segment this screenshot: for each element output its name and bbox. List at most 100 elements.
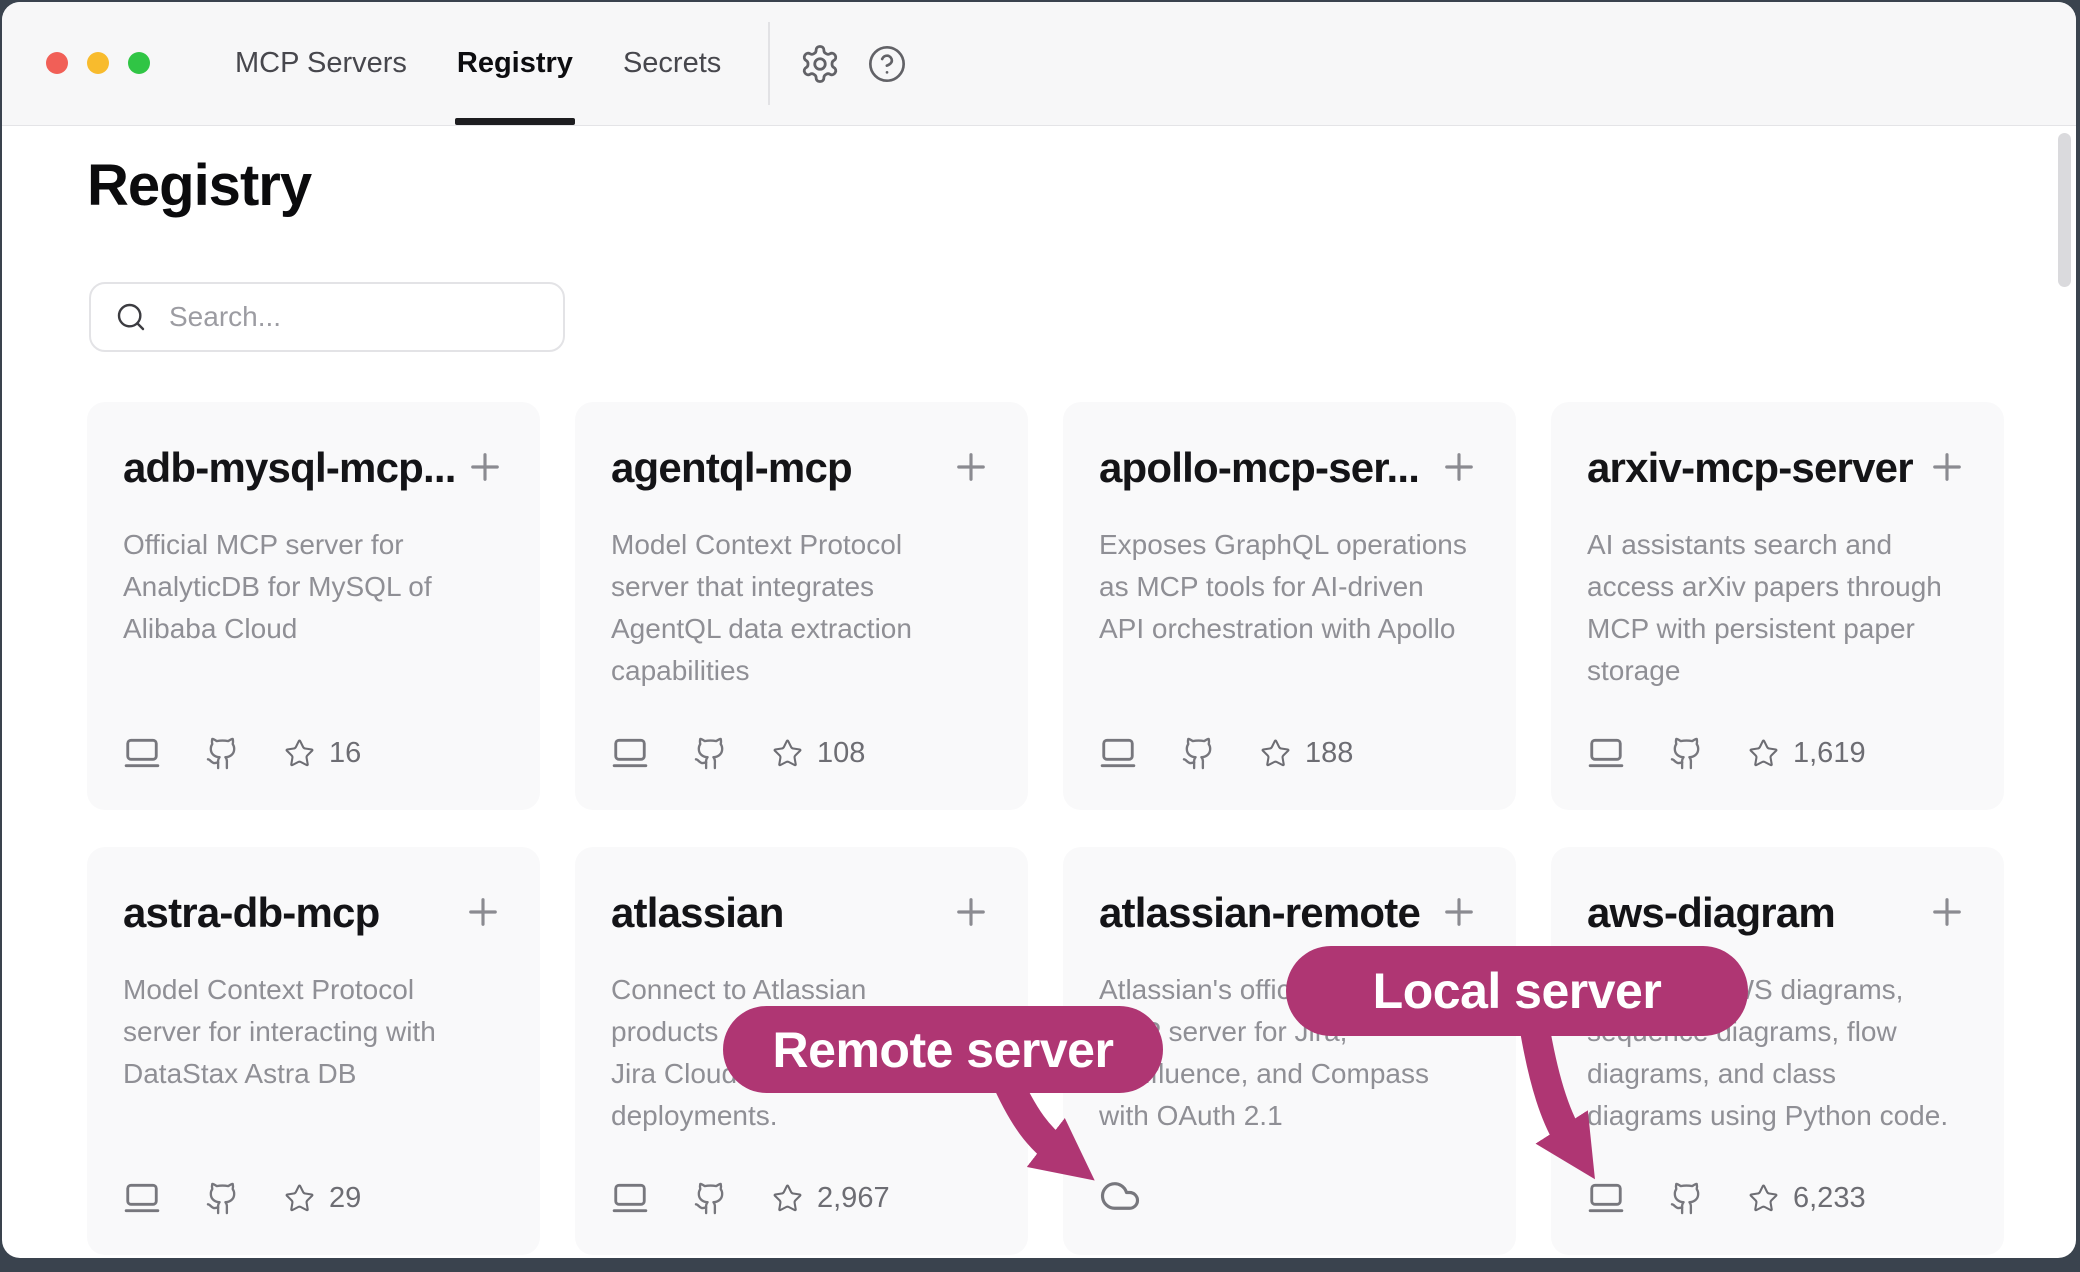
local-server-laptop-icon	[1587, 1179, 1625, 1217]
card-footer: 2,967	[611, 1179, 890, 1217]
tab-secrets[interactable]: Secrets	[623, 2, 721, 125]
tab-mcp-servers[interactable]: MCP Servers	[235, 2, 407, 125]
server-card-arxiv-mcp-server: arxiv-mcp-server AI assistants search an…	[1551, 402, 2004, 810]
github-icon[interactable]	[1181, 736, 1216, 771]
add-server-button[interactable]	[462, 891, 504, 936]
minimize-window-button[interactable]	[87, 52, 109, 74]
local-server-laptop-icon	[123, 1179, 161, 1217]
local-server-laptop-icon	[1099, 734, 1137, 772]
star-rating: 2,967	[772, 1182, 890, 1215]
tab-registry[interactable]: Registry	[457, 2, 573, 125]
server-description: Model Context Protocol server for intera…	[123, 969, 504, 1095]
gear-icon	[799, 43, 841, 85]
server-name: atlassian-remote	[1099, 889, 1420, 937]
zoom-window-button[interactable]	[128, 52, 150, 74]
card-footer: 29	[123, 1179, 361, 1217]
star-icon	[1748, 1183, 1779, 1214]
help-button[interactable]	[864, 41, 910, 87]
star-icon	[772, 738, 803, 769]
remote-server-cloud-icon	[1099, 1175, 1141, 1217]
server-grid: adb-mysql-mcp... Official MCP server for…	[87, 402, 2004, 1255]
star-rating: 16	[284, 737, 361, 770]
add-server-button[interactable]	[1438, 891, 1480, 936]
star-count: 2,967	[817, 1182, 890, 1215]
settings-button[interactable]	[797, 41, 843, 87]
server-description: Official MCP server for AnalyticDB for M…	[123, 524, 504, 650]
close-window-button[interactable]	[46, 52, 68, 74]
plus-icon	[1926, 891, 1968, 933]
star-rating: 108	[772, 737, 865, 770]
star-count: 188	[1305, 737, 1353, 770]
help-icon	[867, 44, 907, 84]
local-server-laptop-icon	[1587, 734, 1625, 772]
server-name: aws-diagram	[1587, 889, 1835, 937]
search-box[interactable]	[89, 282, 565, 352]
main-tabs: MCP Servers Registry Secrets	[235, 2, 721, 125]
github-icon[interactable]	[693, 736, 728, 771]
star-rating: 188	[1260, 737, 1353, 770]
server-card-astra-db-mcp: astra-db-mcp Model Context Protocol serv…	[87, 847, 540, 1255]
github-icon[interactable]	[205, 736, 240, 771]
active-tab-underline	[455, 118, 575, 125]
card-footer: 188	[1099, 734, 1353, 772]
github-icon[interactable]	[1669, 1181, 1704, 1216]
local-server-laptop-icon	[123, 734, 161, 772]
star-rating: 6,233	[1748, 1182, 1866, 1215]
plus-icon	[1438, 891, 1480, 933]
star-icon	[284, 738, 315, 769]
star-count: 16	[329, 737, 361, 770]
titlebar-divider	[768, 22, 770, 105]
server-description: AI assistants search and access arXiv pa…	[1587, 524, 1968, 692]
callout-local-server: Local server	[1286, 946, 1748, 1036]
star-rating: 1,619	[1748, 737, 1866, 770]
plus-icon	[1438, 446, 1480, 488]
server-name: arxiv-mcp-server	[1587, 444, 1913, 492]
window-controls	[46, 52, 150, 74]
card-footer: 16	[123, 734, 361, 772]
star-rating: 29	[284, 1182, 361, 1215]
star-icon	[1748, 738, 1779, 769]
local-server-laptop-icon	[611, 1179, 649, 1217]
star-count: 108	[817, 737, 865, 770]
star-icon	[1260, 738, 1291, 769]
star-count: 6,233	[1793, 1182, 1866, 1215]
add-server-button[interactable]	[950, 446, 992, 491]
star-count: 1,619	[1793, 737, 1866, 770]
tab-registry-label: Registry	[457, 47, 573, 80]
server-card-agentql-mcp: agentql-mcp Model Context Protocol serve…	[575, 402, 1028, 810]
github-icon[interactable]	[1669, 736, 1704, 771]
server-name: astra-db-mcp	[123, 889, 379, 937]
server-description: Model Context Protocol server that integ…	[611, 524, 992, 692]
titlebar: MCP Servers Registry Secrets	[2, 2, 2076, 126]
github-icon[interactable]	[693, 1181, 728, 1216]
star-icon	[772, 1183, 803, 1214]
server-description: Exposes GraphQL operations as MCP tools …	[1099, 524, 1480, 650]
plus-icon	[462, 891, 504, 933]
plus-icon	[950, 891, 992, 933]
add-server-button[interactable]	[950, 891, 992, 936]
search-input[interactable]	[167, 300, 551, 334]
add-server-button[interactable]	[1438, 446, 1480, 491]
card-footer: 6,233	[1587, 1179, 1866, 1217]
plus-icon	[950, 446, 992, 488]
star-count: 29	[329, 1182, 361, 1215]
server-card-apollo-mcp-server: apollo-mcp-ser... Exposes GraphQL operat…	[1063, 402, 1516, 810]
page-title: Registry	[87, 152, 311, 219]
star-icon	[284, 1183, 315, 1214]
app-window: MCP Servers Registry Secrets Registry ad…	[2, 2, 2076, 1258]
plus-icon	[464, 446, 506, 488]
add-server-button[interactable]	[1926, 446, 1968, 491]
card-footer: 108	[611, 734, 865, 772]
server-card-aws-diagram: aws-diagram Generate AWS diagrams, seque…	[1551, 847, 2004, 1255]
server-name: apollo-mcp-ser...	[1099, 444, 1419, 492]
server-name: adb-mysql-mcp...	[123, 444, 456, 492]
plus-icon	[1926, 446, 1968, 488]
add-server-button[interactable]	[464, 446, 506, 491]
callout-remote-server: Remote server	[723, 1006, 1163, 1093]
scrollbar-thumb[interactable]	[2058, 133, 2071, 287]
github-icon[interactable]	[205, 1181, 240, 1216]
server-name: atlassian	[611, 889, 784, 937]
add-server-button[interactable]	[1926, 891, 1968, 936]
card-footer	[1099, 1175, 1141, 1217]
local-server-laptop-icon	[611, 734, 649, 772]
